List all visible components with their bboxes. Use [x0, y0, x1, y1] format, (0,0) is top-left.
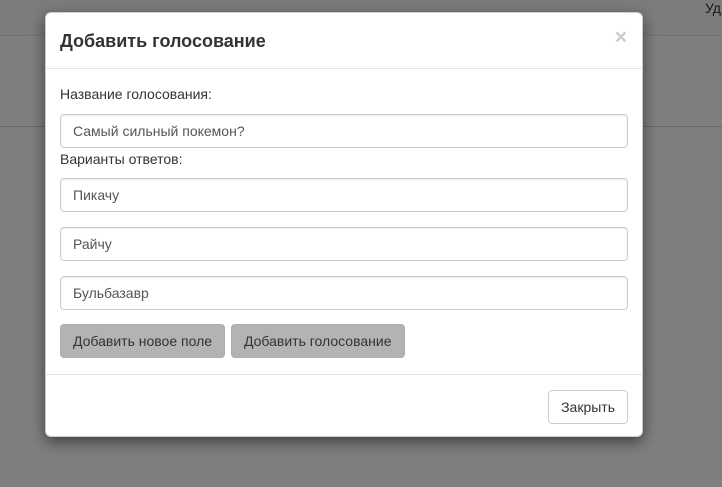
- modal-header: Добавить голосование ×: [46, 13, 642, 69]
- modal-footer: Закрыть: [46, 374, 642, 437]
- option-input-2[interactable]: [60, 227, 628, 261]
- add-poll-button[interactable]: Добавить голосование: [231, 324, 405, 358]
- poll-name-label: Название голосования:: [60, 86, 212, 102]
- add-poll-modal: Добавить голосование × Название голосова…: [45, 12, 643, 437]
- add-field-button[interactable]: Добавить новое поле: [60, 324, 226, 358]
- option-input-1[interactable]: [60, 178, 628, 212]
- close-icon[interactable]: ×: [615, 27, 627, 48]
- close-button[interactable]: Закрыть: [548, 390, 628, 424]
- option-input-3[interactable]: [60, 276, 628, 310]
- poll-name-input[interactable]: [60, 114, 628, 148]
- modal-title: Добавить голосование: [60, 31, 266, 51]
- options-label: Варианты ответов:: [60, 151, 183, 167]
